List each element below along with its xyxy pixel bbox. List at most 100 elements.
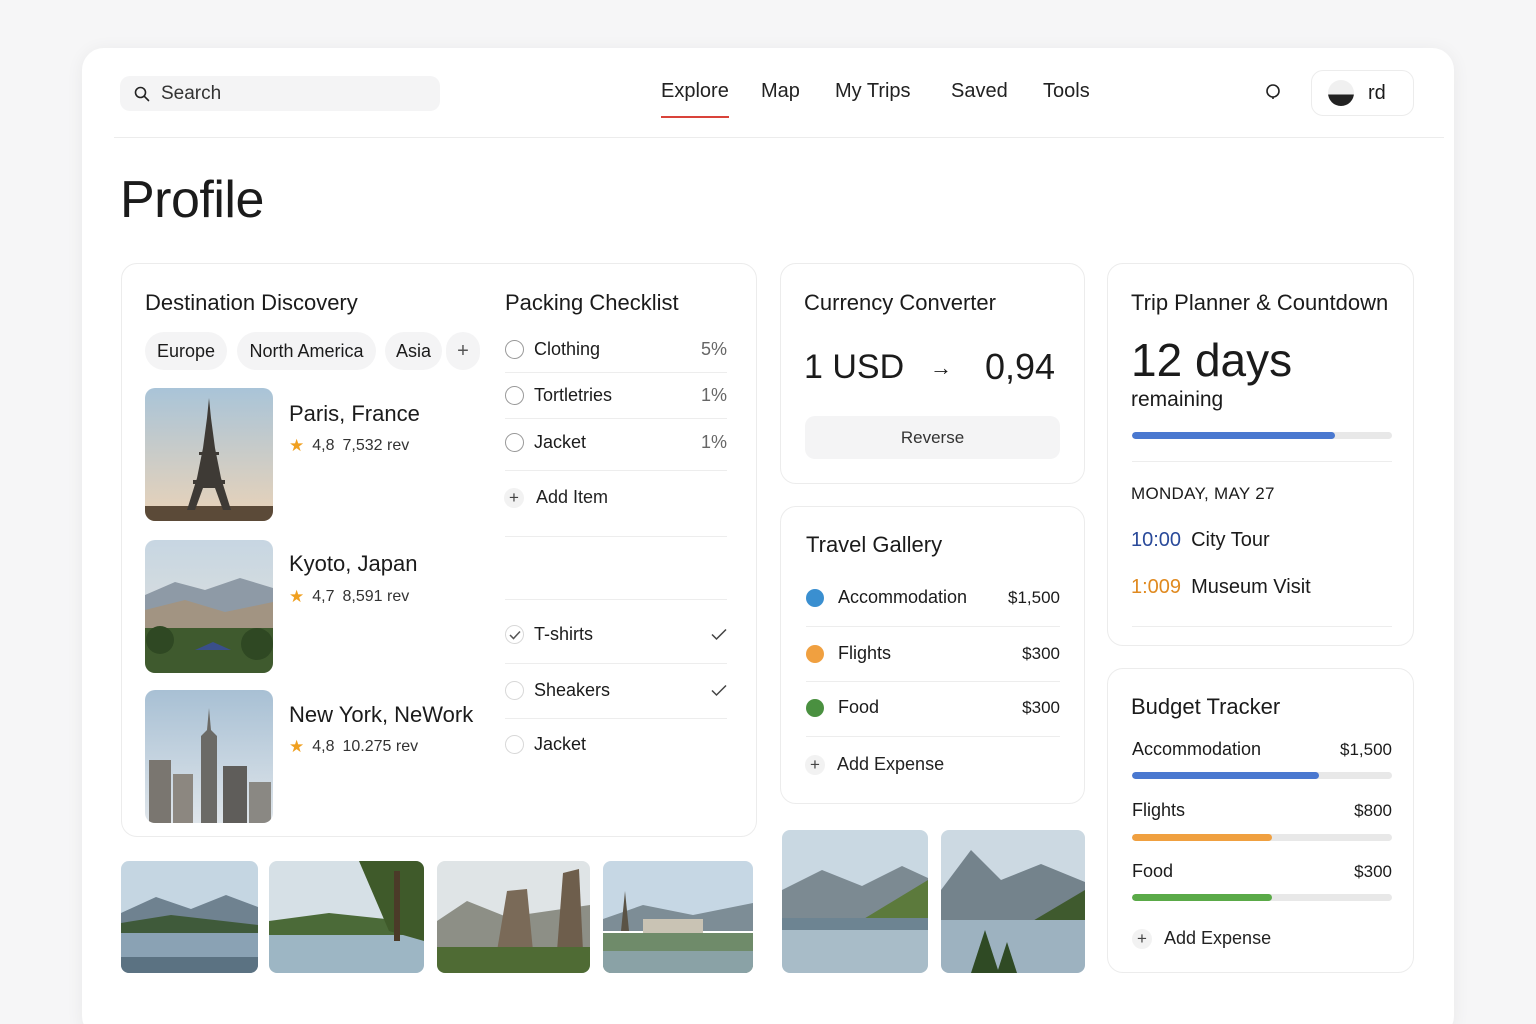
expense-amount: $300 <box>1022 697 1060 717</box>
budget-label: Flights <box>1132 800 1186 820</box>
schedule-event[interactable]: 10:00 City Tour <box>1131 529 1270 552</box>
divider <box>806 736 1060 737</box>
checklist-label: Clothing <box>534 339 601 359</box>
check-icon <box>711 628 727 641</box>
packing-title: Packing Checklist <box>505 290 679 315</box>
packed-item[interactable]: Jacket <box>505 734 727 755</box>
destination-name[interactable]: Paris, France <box>289 401 420 427</box>
budget-amount: $800 <box>1354 801 1392 820</box>
category-dot <box>806 644 824 663</box>
expense-row[interactable]: Flights $300 <box>806 643 1060 664</box>
budget-bar <box>1132 894 1392 901</box>
destination-name[interactable]: New York, NeWork <box>289 702 473 728</box>
plus-icon: + <box>805 754 825 775</box>
budget-label: Food <box>1132 861 1174 881</box>
budget-bar-fill <box>1132 834 1273 841</box>
gallery-photo[interactable] <box>782 830 928 973</box>
filter-chip-asia[interactable]: Asia <box>385 332 442 370</box>
budget-bar <box>1132 772 1392 779</box>
gallery-title: Travel Gallery <box>806 532 943 557</box>
header-divider <box>114 137 1444 138</box>
add-item-button[interactable]: + Add Item <box>504 487 608 508</box>
filter-chip-north-america[interactable]: North America <box>237 332 376 370</box>
review-count: 7,532 rev <box>342 437 410 454</box>
gallery-thumbnail[interactable] <box>121 861 258 973</box>
event-time: 1:009 <box>1131 576 1182 598</box>
search-bar[interactable] <box>120 76 440 111</box>
page-title: Profile <box>120 171 264 229</box>
destination-meta: ★ 4,7 8,591 rev <box>289 587 409 607</box>
search-input[interactable] <box>161 82 421 105</box>
expense-row[interactable]: Food $300 <box>806 697 1060 718</box>
checkbox-icon[interactable] <box>505 386 524 405</box>
notification-icon[interactable] <box>1264 83 1282 101</box>
planner-title: Trip Planner & Countdown <box>1131 290 1389 315</box>
event-name: City Tour <box>1191 529 1270 551</box>
divider <box>1132 626 1392 627</box>
new-york-image[interactable] <box>145 690 273 823</box>
budget-bar-fill <box>1132 772 1320 779</box>
checklist-label: Jacket <box>534 432 587 452</box>
star-icon: ★ <box>289 737 305 756</box>
packed-item[interactable]: Sheakers <box>505 680 727 701</box>
nav-link-tools[interactable]: Tools <box>1043 80 1090 103</box>
checklist-item[interactable]: Jacket 1% <box>505 432 727 453</box>
star-icon: ★ <box>289 587 305 606</box>
countdown-days: 12 days <box>1131 334 1293 386</box>
rating: 4,8 <box>312 437 335 454</box>
review-count: 8,591 rev <box>342 588 410 605</box>
packed-label: Jacket <box>534 734 587 754</box>
checkbox-checked-icon[interactable] <box>505 625 524 644</box>
checkbox-icon[interactable] <box>505 735 524 754</box>
expense-row[interactable]: Accommodation $1,500 <box>806 587 1060 608</box>
paris-image[interactable] <box>145 388 273 521</box>
star-icon: ★ <box>289 436 305 455</box>
checklist-percent: 1% <box>700 432 727 452</box>
checklist-item[interactable]: Tortletries 1% <box>505 385 727 406</box>
divider <box>505 718 727 719</box>
reverse-button[interactable]: Reverse <box>805 416 1060 459</box>
checkbox-icon[interactable] <box>505 433 524 452</box>
checklist-item[interactable]: Clothing 5% <box>505 339 727 360</box>
destination-meta: ★ 4,8 10.275 rev <box>289 737 418 757</box>
schedule-event[interactable]: 1:009 Museum Visit <box>1131 576 1311 599</box>
divider <box>505 663 727 664</box>
plus-icon: + <box>1132 928 1152 949</box>
add-filter-button[interactable]: + <box>446 332 480 370</box>
arrow-right-icon: → <box>930 355 952 380</box>
category-dot <box>806 698 824 717</box>
currency-title: Currency Converter <box>804 290 996 315</box>
gallery-thumbnail[interactable] <box>269 861 424 973</box>
checkbox-icon[interactable] <box>505 681 524 700</box>
review-count: 10.275 rev <box>342 738 419 755</box>
budget-bar-fill <box>1132 894 1273 901</box>
nav-link-explore[interactable]: Explore <box>661 80 729 118</box>
checklist-label: Tortletries <box>534 385 613 405</box>
budget-row: Food $300 <box>1132 861 1392 882</box>
gallery-photo[interactable] <box>941 830 1085 973</box>
gallery-thumbnail[interactable] <box>603 861 753 973</box>
add-expense-button[interactable]: + Add Expense <box>805 754 944 775</box>
packed-label: T-shirts <box>534 624 594 644</box>
event-time: 10:00 <box>1131 529 1182 551</box>
nav-link-saved[interactable]: Saved <box>951 80 1008 103</box>
divider <box>806 626 1060 627</box>
from-amount[interactable]: 1 USD <box>804 348 904 387</box>
checkbox-icon[interactable] <box>505 340 524 359</box>
user-menu[interactable]: rd <box>1311 70 1414 116</box>
nav-link-map[interactable]: Map <box>761 80 800 103</box>
expense-amount: $1,500 <box>1008 587 1060 607</box>
nav-link-my-trips[interactable]: My Trips <box>835 80 911 103</box>
gallery-thumbnail[interactable] <box>437 861 590 973</box>
add-expense-button[interactable]: + Add Expense <box>1132 928 1271 949</box>
kyoto-image[interactable] <box>145 540 273 673</box>
divider <box>505 418 727 419</box>
destination-name[interactable]: Kyoto, Japan <box>289 551 417 577</box>
packed-item[interactable]: T-shirts <box>505 624 727 645</box>
countdown-progress <box>1132 432 1392 439</box>
budget-title: Budget Tracker <box>1131 694 1281 719</box>
schedule-date: MONDAY, MAY 27 <box>1131 484 1275 503</box>
category-dot <box>806 588 824 607</box>
divider <box>505 470 727 471</box>
filter-chip-europe[interactable]: Europe <box>145 332 227 370</box>
